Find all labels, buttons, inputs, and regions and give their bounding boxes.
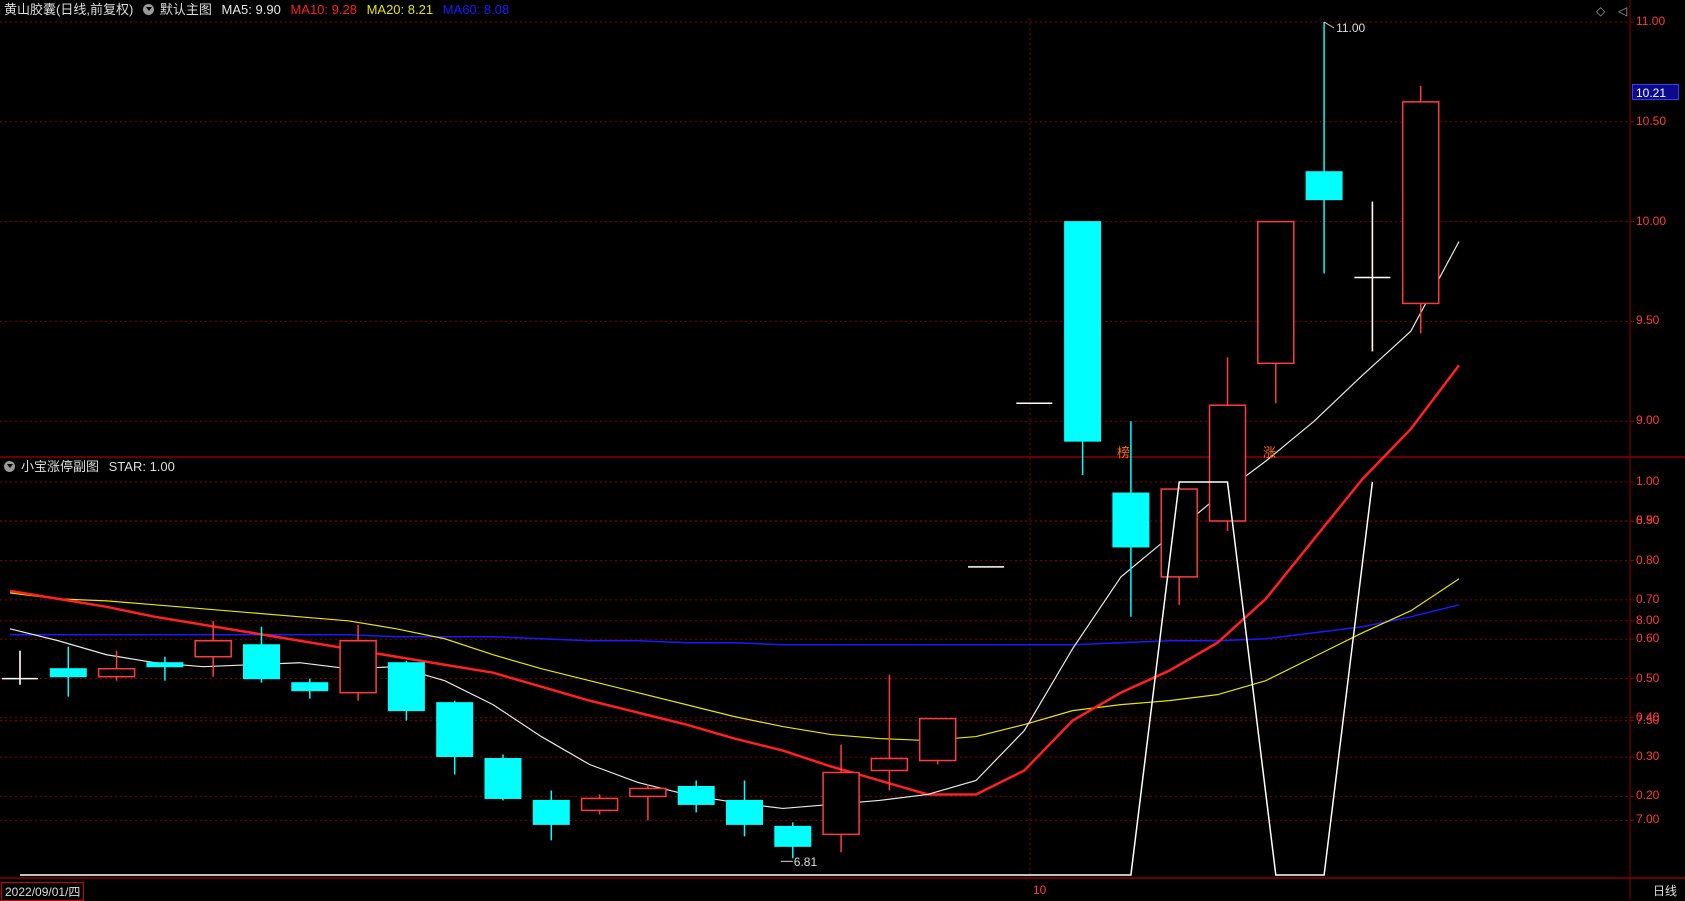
price-tick-label: 8.00 (1636, 612, 1660, 627)
candle-down (436, 702, 474, 758)
candle-up (1257, 220, 1295, 365)
candle-up (1160, 488, 1198, 578)
date-label: 2022/09/01/四 (1, 882, 85, 901)
month-tick-label: 10 (1033, 883, 1047, 897)
candle-up (870, 757, 909, 772)
star-tick-label: 1.00 (1636, 474, 1660, 488)
sub-chart-header: 小宝涨停副图 STAR: 1.00 (4, 459, 181, 475)
period-label[interactable]: 日线 (1653, 882, 1677, 899)
star-tick-label: 0.40 (1636, 709, 1660, 724)
price-tick-label: 9.50 (1636, 313, 1660, 328)
candle-up (822, 771, 860, 836)
candle-up (97, 667, 136, 678)
low-price-label: 6.81 (793, 855, 818, 870)
star-value: STAR: 1.00 (108, 459, 175, 474)
ma5-value: MA5: 9.90 (221, 2, 281, 17)
candle-down (1064, 221, 1102, 442)
indicator-menu-icon[interactable] (4, 461, 15, 472)
zhang-tag[interactable]: 涨 (1263, 442, 1276, 461)
star-tick-label: 0.70 (1636, 591, 1660, 606)
current-price-label: 10.21 (1632, 84, 1679, 100)
star-tick-label: 0.20 (1636, 788, 1660, 803)
candle-up (580, 797, 619, 812)
candle-down (532, 799, 570, 825)
star-tick-label: 0.30 (1636, 749, 1660, 764)
high-price-label: 11.00 (1336, 21, 1366, 35)
price-tick-label: 9.00 (1636, 413, 1660, 428)
candle-down (387, 662, 425, 712)
indicator-title[interactable]: 小宝涨停副图 (21, 459, 99, 474)
candle-up (339, 640, 377, 694)
price-tick-label: 11.00 (1636, 14, 1666, 28)
candle-down (1305, 171, 1343, 201)
candle-down (484, 758, 522, 799)
main-chart-header: 黄山胶囊(日线,前复权) 默认主图 MA5: 9.90 MA10: 9.28 M… (4, 2, 515, 18)
candle-down (726, 799, 763, 825)
price-tick-label: 10.00 (1636, 213, 1667, 228)
stock-chart[interactable] (0, 0, 1685, 899)
chart-menu-icon[interactable] (142, 4, 154, 15)
high-pointer (1323, 21, 1335, 29)
candle-down (677, 785, 715, 805)
stock-name: 黄山胶囊(日线,前复权) (4, 2, 134, 17)
candle-down (291, 682, 329, 692)
price-tick-label: 10.50 (1636, 113, 1667, 128)
candle-down (774, 825, 812, 847)
candle-down (243, 644, 280, 680)
candle-up (194, 640, 232, 658)
candle-down (1112, 492, 1150, 548)
candle-up (1208, 404, 1247, 522)
candle-up (918, 717, 957, 762)
ma20-value: MA20: 8.21 (366, 2, 434, 17)
main-chart-title[interactable]: 默认主图 (160, 2, 212, 17)
star-tick-label: 0.60 (1636, 631, 1660, 646)
candle-down (49, 668, 87, 678)
ma10-value: MA10: 9.28 (290, 2, 357, 17)
price-tick-label: 7.00 (1636, 812, 1660, 827)
ma5-line (9, 241, 1460, 810)
diamond-icon[interactable]: ◇ (1596, 4, 1605, 18)
star-tick-label: 0.90 (1636, 513, 1660, 528)
candle-down (146, 662, 184, 668)
star-tick-label: 0.80 (1636, 552, 1660, 567)
candle-up (1401, 101, 1440, 305)
candle-up (629, 787, 667, 798)
collapse-arrow-icon[interactable]: ◁ (1618, 4, 1627, 18)
bang-tag[interactable]: 榜 (1117, 442, 1130, 461)
ma60-value: MA60: 8.08 (442, 2, 510, 17)
star-tick-label: 0.50 (1636, 670, 1660, 685)
